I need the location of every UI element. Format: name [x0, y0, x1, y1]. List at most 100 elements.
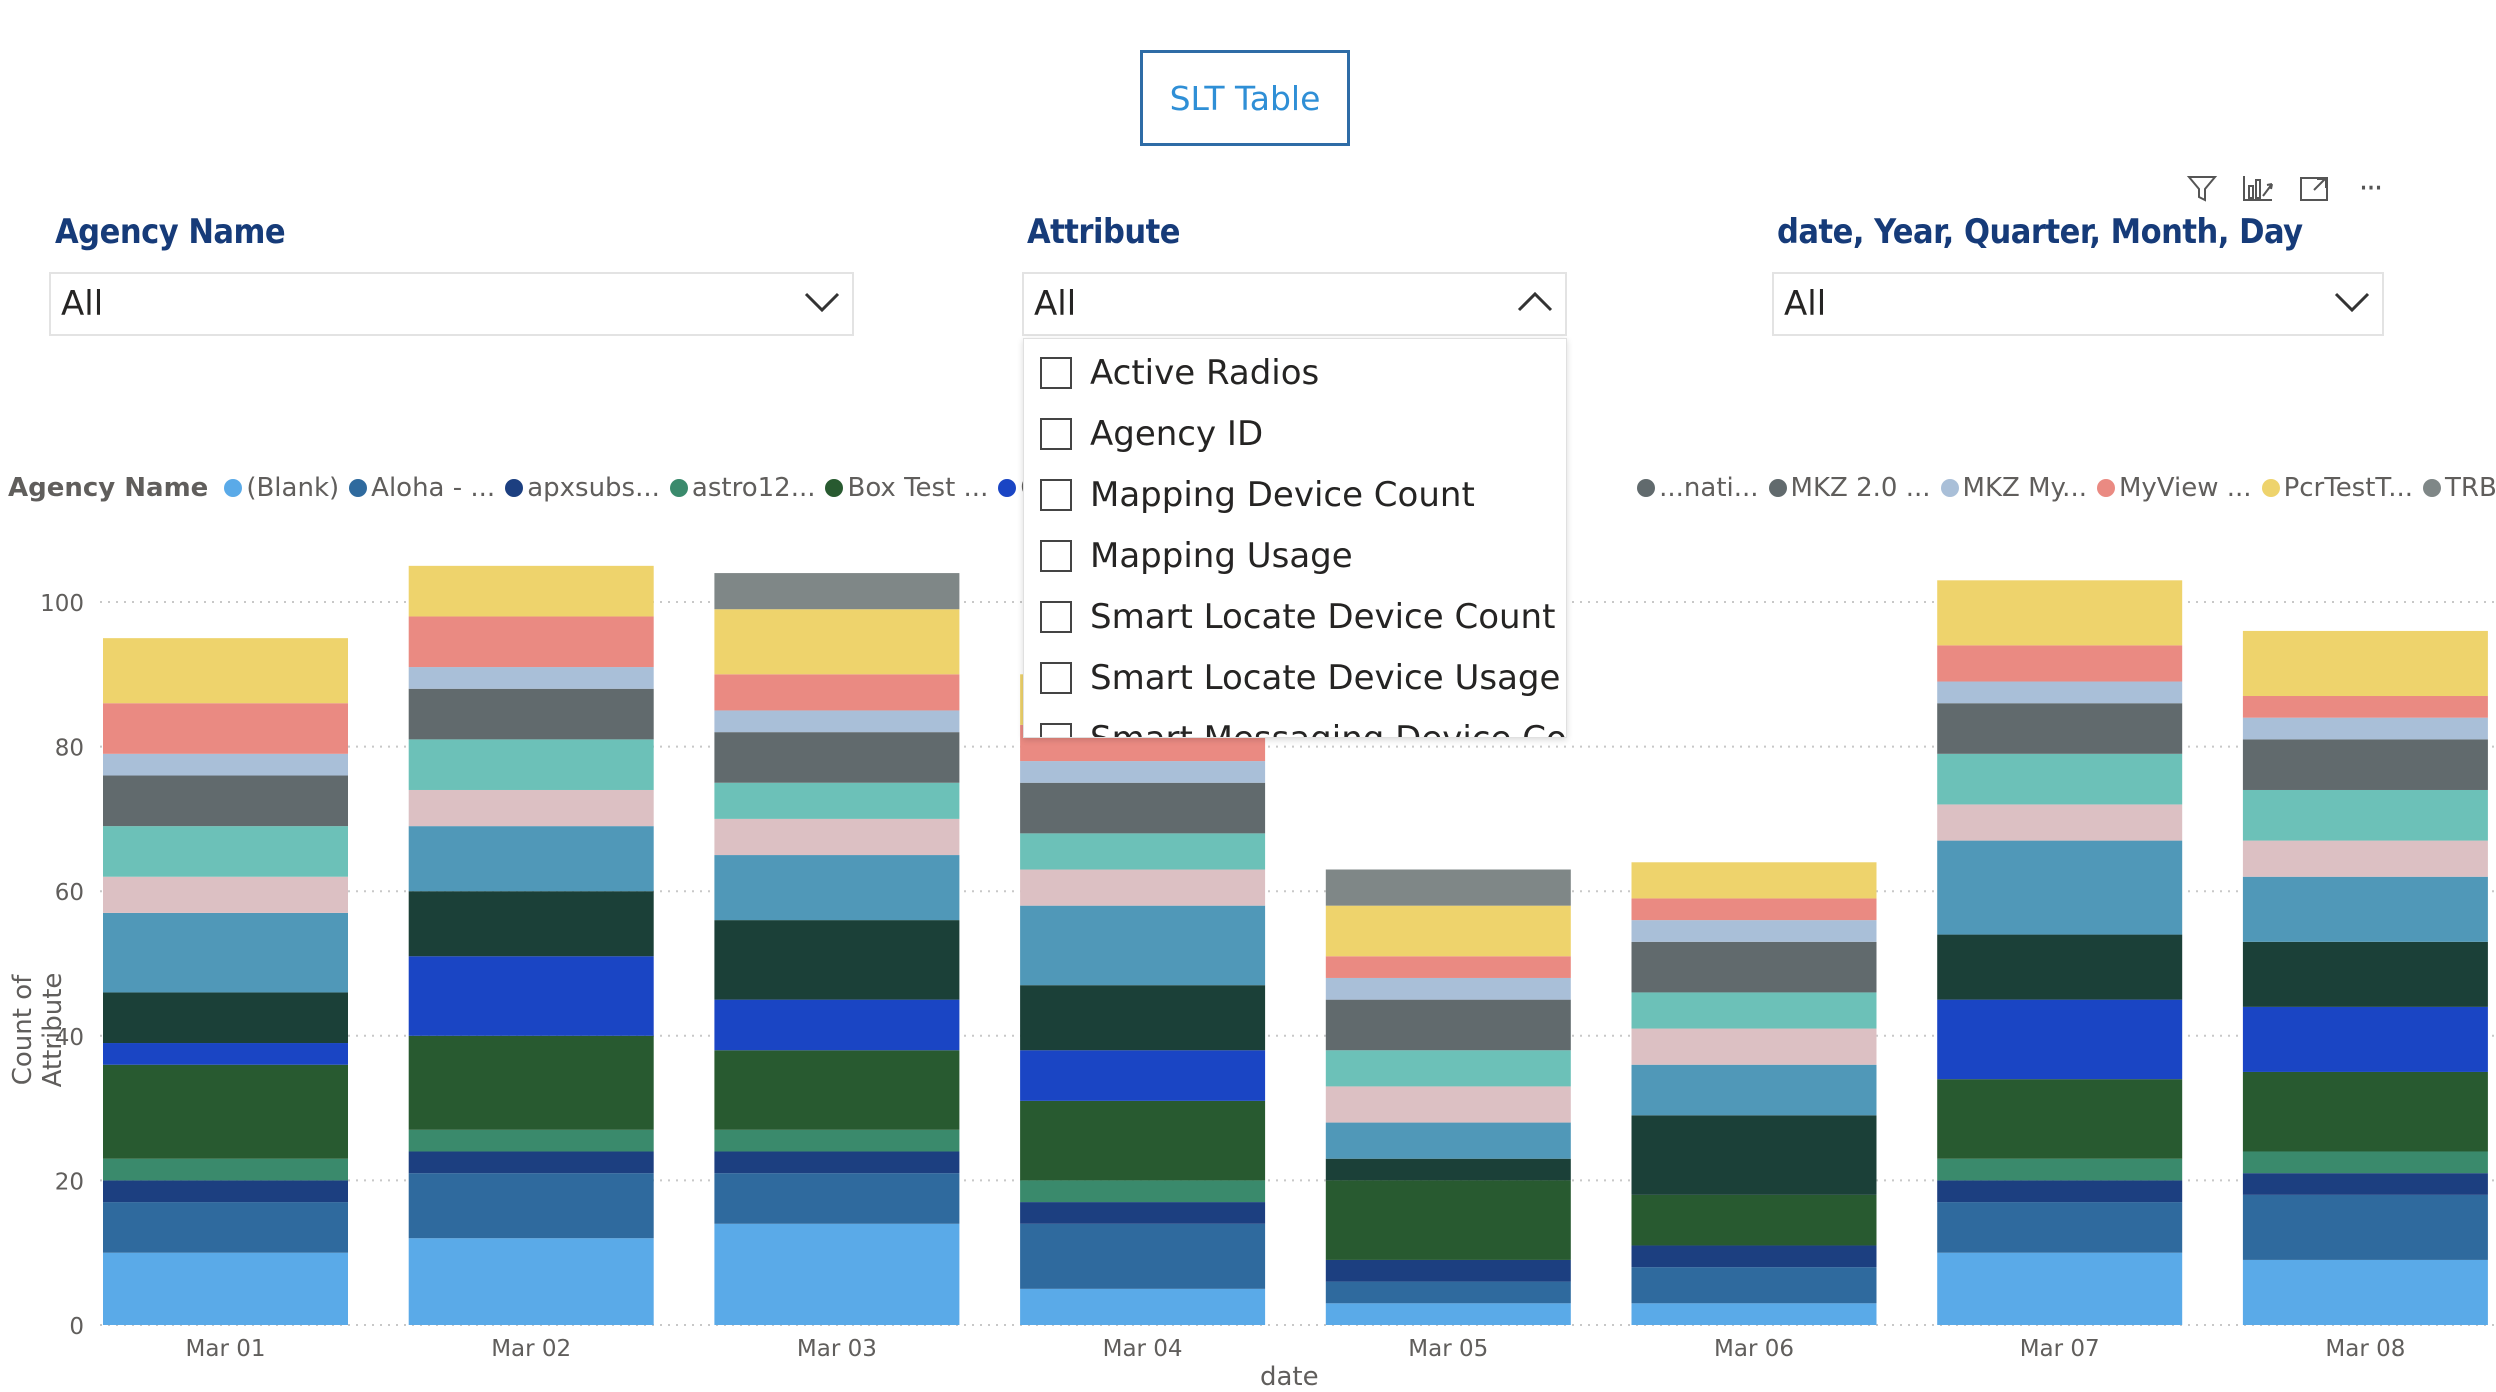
- bar-segment[interactable]: [2242, 1194, 2488, 1260]
- checkbox[interactable]: [1040, 418, 1072, 450]
- bar-segment[interactable]: [1020, 782, 1266, 834]
- bar-segment[interactable]: [714, 1223, 960, 1325]
- bar-segment[interactable]: [1631, 1194, 1877, 1246]
- bar-segment[interactable]: [1325, 1158, 1571, 1181]
- checkbox[interactable]: [1040, 723, 1072, 737]
- bar-segment[interactable]: [2242, 1006, 2488, 1072]
- bar-segment[interactable]: [2242, 789, 2488, 841]
- bar-segment[interactable]: [1631, 992, 1877, 1029]
- bar-segment[interactable]: [1937, 753, 2183, 805]
- attribute-option[interactable]: Smart Locate Device Count: [1040, 587, 1555, 647]
- bar-segment[interactable]: [1631, 1303, 1877, 1325]
- bar-segment[interactable]: [408, 789, 654, 827]
- bar-segment[interactable]: [1325, 1086, 1571, 1123]
- bar-segment[interactable]: [1020, 761, 1266, 783]
- bar-segment[interactable]: [408, 956, 654, 1036]
- bar-segment[interactable]: [1937, 934, 2183, 1000]
- bar-segment[interactable]: [2242, 695, 2488, 718]
- bar-segment[interactable]: [408, 1238, 654, 1325]
- bar-segment[interactable]: [103, 1043, 348, 1065]
- bar-segment[interactable]: [2242, 876, 2488, 942]
- bar-segment[interactable]: [1325, 1259, 1571, 1282]
- bar-segment[interactable]: [103, 1180, 348, 1203]
- bar-segment[interactable]: [714, 818, 960, 856]
- bar-segment[interactable]: [1020, 1288, 1266, 1325]
- bar-segment[interactable]: [408, 688, 654, 740]
- bar-segment[interactable]: [2242, 717, 2488, 740]
- bar-segment[interactable]: [1020, 905, 1266, 986]
- bar-segment[interactable]: [1937, 1158, 2183, 1181]
- attribute-option[interactable]: Mapping Device Count: [1040, 465, 1475, 525]
- bar-segment[interactable]: [1020, 833, 1266, 870]
- bar-segment[interactable]: [103, 1158, 348, 1181]
- checkbox[interactable]: [1040, 357, 1072, 389]
- bar-segment[interactable]: [103, 992, 348, 1044]
- bar-segment[interactable]: [1020, 985, 1266, 1051]
- bar-segment[interactable]: [408, 565, 654, 617]
- bar-segment[interactable]: [1325, 977, 1571, 1000]
- bar-segment[interactable]: [714, 1151, 960, 1174]
- bar-segment[interactable]: [103, 876, 348, 913]
- bar-segment[interactable]: [1020, 1050, 1266, 1101]
- bar-segment[interactable]: [103, 703, 348, 754]
- bar-segment[interactable]: [2242, 840, 2488, 877]
- checkbox[interactable]: [1040, 662, 1072, 694]
- bar-segment[interactable]: [1631, 1115, 1877, 1195]
- attribute-options-panel[interactable]: Active Radios Agency ID Mapping Device Cou…: [1023, 338, 1567, 738]
- bar-segment[interactable]: [1937, 999, 2183, 1080]
- bar-segment[interactable]: [103, 1252, 348, 1325]
- bar-segment[interactable]: [408, 1151, 654, 1174]
- bar-segment[interactable]: [1937, 703, 2183, 754]
- bar-segment[interactable]: [1937, 1252, 2183, 1325]
- bar-segment[interactable]: [408, 1035, 654, 1130]
- bar-segment[interactable]: [1020, 1100, 1266, 1181]
- bar-segment[interactable]: [1631, 1064, 1877, 1116]
- checkbox[interactable]: [1040, 601, 1072, 633]
- bar-segment[interactable]: [1325, 869, 1571, 906]
- bar-segment[interactable]: [714, 573, 960, 610]
- bar-segment[interactable]: [1631, 1028, 1877, 1065]
- attribute-option[interactable]: Mapping Usage: [1040, 526, 1353, 586]
- bar-segment[interactable]: [1631, 1267, 1877, 1304]
- bar-segment[interactable]: [1631, 862, 1877, 899]
- bar-segment[interactable]: [1020, 1223, 1266, 1289]
- bar-segment[interactable]: [103, 1202, 348, 1253]
- bar-segment[interactable]: [1325, 1180, 1571, 1260]
- bar-segment[interactable]: [1937, 1180, 2183, 1203]
- bar-segment[interactable]: [714, 1129, 960, 1152]
- bar-segment[interactable]: [103, 775, 348, 827]
- bar-segment[interactable]: [408, 891, 654, 957]
- bar-segment[interactable]: [1631, 941, 1877, 993]
- bar-segment[interactable]: [1937, 645, 2183, 682]
- bar-segment[interactable]: [2242, 1173, 2488, 1195]
- bar-segment[interactable]: [714, 855, 960, 921]
- bar-segment[interactable]: [1937, 840, 2183, 935]
- bar-segment[interactable]: [1937, 580, 2183, 646]
- bar-segment[interactable]: [103, 826, 348, 877]
- attribute-option[interactable]: Active Radios: [1040, 343, 1319, 403]
- bar-segment[interactable]: [1020, 869, 1266, 906]
- bar-segment[interactable]: [2242, 739, 2488, 790]
- bar-segment[interactable]: [1325, 1281, 1571, 1304]
- bar-segment[interactable]: [1020, 1202, 1266, 1224]
- attribute-option[interactable]: Agency ID: [1040, 404, 1263, 464]
- bar-segment[interactable]: [1937, 1202, 2183, 1253]
- bar-segment[interactable]: [1937, 1079, 2183, 1159]
- bar-segment[interactable]: [714, 782, 960, 819]
- bar-segment[interactable]: [2242, 1259, 2488, 1325]
- bar-segment[interactable]: [2242, 1071, 2488, 1152]
- checkbox[interactable]: [1040, 540, 1072, 572]
- bar-segment[interactable]: [714, 920, 960, 1000]
- bar-segment[interactable]: [1325, 1122, 1571, 1159]
- bar-segment[interactable]: [1325, 905, 1571, 957]
- bar-segment[interactable]: [714, 674, 960, 711]
- checkbox[interactable]: [1040, 479, 1072, 511]
- bar-segment[interactable]: [714, 732, 960, 783]
- bar-segment[interactable]: [408, 1129, 654, 1152]
- bar-segment[interactable]: [714, 1050, 960, 1130]
- bar-segment[interactable]: [1325, 1050, 1571, 1087]
- bar-segment[interactable]: [1325, 1303, 1571, 1325]
- bar-segment[interactable]: [2242, 1151, 2488, 1174]
- attribute-option[interactable]: Smart Messaging Device Count: [1040, 709, 1566, 737]
- bar-segment[interactable]: [1631, 1245, 1877, 1268]
